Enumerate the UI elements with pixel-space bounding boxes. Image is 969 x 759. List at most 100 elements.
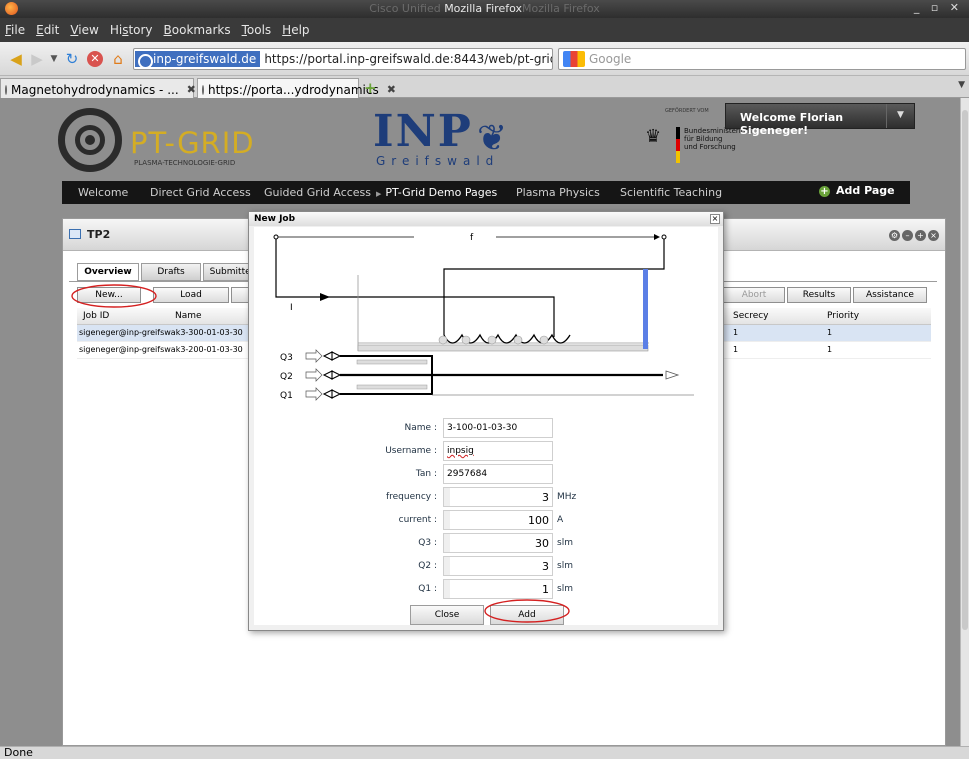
nav-scientific-teaching[interactable]: Scientific Teaching: [620, 186, 722, 199]
dialog-close-icon[interactable]: ×: [710, 214, 720, 224]
column-name[interactable]: Name: [175, 311, 202, 321]
tab-favicon: [202, 84, 204, 95]
name-field[interactable]: 3-100-01-03-30: [443, 418, 553, 438]
field-username-row: Username : inpsig: [254, 441, 718, 463]
chamber-base: [357, 344, 649, 352]
inp-title: INP: [373, 106, 473, 157]
portlet-close-icon[interactable]: ×: [928, 230, 939, 241]
gas-valves: [322, 351, 342, 399]
column-priority[interactable]: Priority: [827, 311, 859, 321]
tab-close-icon[interactable]: ✖: [187, 83, 196, 96]
i-label: I: [290, 303, 293, 313]
user-welcome-menu[interactable]: Welcome Florian Sigeneger! ▼: [725, 103, 915, 137]
field-frequency-row: frequency : 3 MHz: [254, 487, 718, 509]
nav-plasma-physics[interactable]: Plasma Physics: [516, 186, 600, 199]
frequency-label: frequency :: [385, 492, 437, 502]
dialog-title: New Job: [249, 212, 723, 226]
abort-button[interactable]: Abort: [723, 287, 785, 303]
reload-icon[interactable]: ↻: [62, 49, 82, 69]
q2-field-label: Q2 :: [418, 561, 437, 571]
back-arrow-icon[interactable]: ◀: [6, 49, 26, 69]
history-dropdown-icon[interactable]: ▼: [48, 49, 60, 69]
search-bar[interactable]: Google: [558, 48, 966, 70]
q1-field[interactable]: 1: [443, 579, 553, 599]
close-button[interactable]: Close: [410, 605, 484, 625]
gas-inlet-arrows: [305, 349, 323, 401]
portlet-minimize-icon[interactable]: –: [902, 230, 913, 241]
federal-eagle-icon: ♛: [645, 126, 662, 147]
bmbf-line-3: und Forschung: [684, 143, 736, 151]
assistance-button[interactable]: Assistance: [853, 287, 927, 303]
add-page-button[interactable]: + Add Page: [819, 184, 895, 197]
tab-drafts[interactable]: Drafts: [141, 263, 201, 281]
tan-field[interactable]: 2957684: [443, 464, 553, 484]
site-identity-button[interactable]: inp-greifswald.de: [135, 51, 261, 69]
window-titlebar: Cisco Unified Mozilla FirefoxMozilla Fir…: [0, 0, 969, 18]
add-page-label: Add Page: [836, 184, 895, 197]
google-engine-icon[interactable]: [563, 51, 585, 67]
current-label: current :: [398, 515, 437, 525]
inp-logo[interactable]: INP ❦ Greifswald: [373, 106, 523, 174]
load-button[interactable]: Load: [153, 287, 229, 303]
portlet-controls: ⚙ – + ×: [887, 227, 939, 241]
portlet-icon: [69, 229, 81, 239]
q2-label: Q2: [280, 372, 293, 382]
column-secrecy[interactable]: Secrecy: [733, 311, 769, 321]
results-button[interactable]: Results: [787, 287, 851, 303]
nav-welcome[interactable]: Welcome: [78, 186, 128, 199]
nav-guided-grid-access[interactable]: Guided Grid Access: [264, 186, 371, 199]
chevron-down-icon[interactable]: ▼: [886, 104, 914, 128]
forward-arrow-icon[interactable]: ▶: [28, 49, 46, 69]
f-terminal-right: [661, 234, 667, 240]
plus-circle-icon: +: [819, 186, 830, 197]
tab-portal[interactable]: https://porta...ydrodynamics ✖: [197, 78, 396, 98]
portlet-title: TP2: [87, 228, 111, 241]
menu-view[interactable]: View: [65, 18, 104, 37]
window-title: Cisco Unified Mozilla FirefoxMozilla Fir…: [369, 2, 600, 15]
url-text[interactable]: https://portal.inp-greifswald.de:8443/we…: [260, 52, 552, 66]
column-job-id[interactable]: Job ID: [83, 311, 109, 321]
frequency-field[interactable]: 3: [443, 487, 553, 507]
field-name-row: Name : 3-100-01-03-30: [254, 418, 718, 440]
window-controls[interactable]: _ ▫ ✕: [914, 1, 963, 14]
f-label: f: [470, 233, 474, 243]
scrollbar-thumb[interactable]: [962, 110, 968, 630]
q3-field[interactable]: 30: [443, 533, 553, 553]
status-bar: Done: [0, 746, 969, 759]
q1-unit: slm: [557, 584, 573, 594]
portlet-maximize-icon[interactable]: +: [915, 230, 926, 241]
menu-history[interactable]: History: [105, 18, 159, 37]
username-value: inpsig: [447, 446, 474, 456]
menu-tools[interactable]: Tools: [237, 18, 278, 37]
vertical-scrollbar[interactable]: [960, 98, 969, 746]
q3-unit: slm: [557, 538, 573, 548]
nav-direct-grid-access[interactable]: Direct Grid Access: [150, 186, 251, 199]
nav-pt-grid-demo-pages[interactable]: ▶ PT-Grid Demo Pages: [376, 186, 497, 199]
cell-priority: 1: [827, 328, 833, 337]
current-field[interactable]: 100: [443, 510, 553, 530]
home-icon[interactable]: ⌂: [108, 49, 128, 69]
new-tab-plus-icon[interactable]: +: [364, 79, 377, 97]
tab-close-icon[interactable]: ✖: [387, 83, 396, 96]
menu-bookmarks[interactable]: Bookmarks: [159, 18, 237, 37]
q2-field[interactable]: 3: [443, 556, 553, 576]
tan-label: Tan :: [415, 469, 437, 479]
username-field[interactable]: inpsig: [443, 441, 553, 461]
menu-edit[interactable]: Edit: [31, 18, 65, 37]
stop-icon[interactable]: ✕: [86, 49, 104, 69]
menu-file[interactable]: File: [0, 18, 31, 37]
menu-help[interactable]: Help: [277, 18, 315, 37]
tube-upper: [356, 359, 428, 365]
name-label: Name :: [404, 423, 437, 433]
tab-magnetohydrodynamics[interactable]: Magnetohydrodynamics - ... ✖: [0, 78, 196, 98]
cell-secrecy: 1: [733, 328, 739, 337]
portlet-config-icon[interactable]: ⚙: [889, 230, 900, 241]
cell-job-id: sigeneger@inp-greifswak3-300-01-03-30: [79, 328, 243, 337]
current-unit: A: [557, 515, 564, 525]
tab-overview[interactable]: Overview: [77, 263, 139, 281]
url-bar[interactable]: inp-greifswald.de https://portal.inp-gre…: [133, 48, 553, 70]
pt-grid-logo[interactable]: PT-GRID PLASMA-TECHNOLOGIE-GRID: [58, 108, 258, 174]
tab-favicon: [5, 84, 7, 95]
q3-field-label: Q3 :: [418, 538, 437, 548]
list-all-tabs-icon[interactable]: ▼: [958, 80, 965, 90]
